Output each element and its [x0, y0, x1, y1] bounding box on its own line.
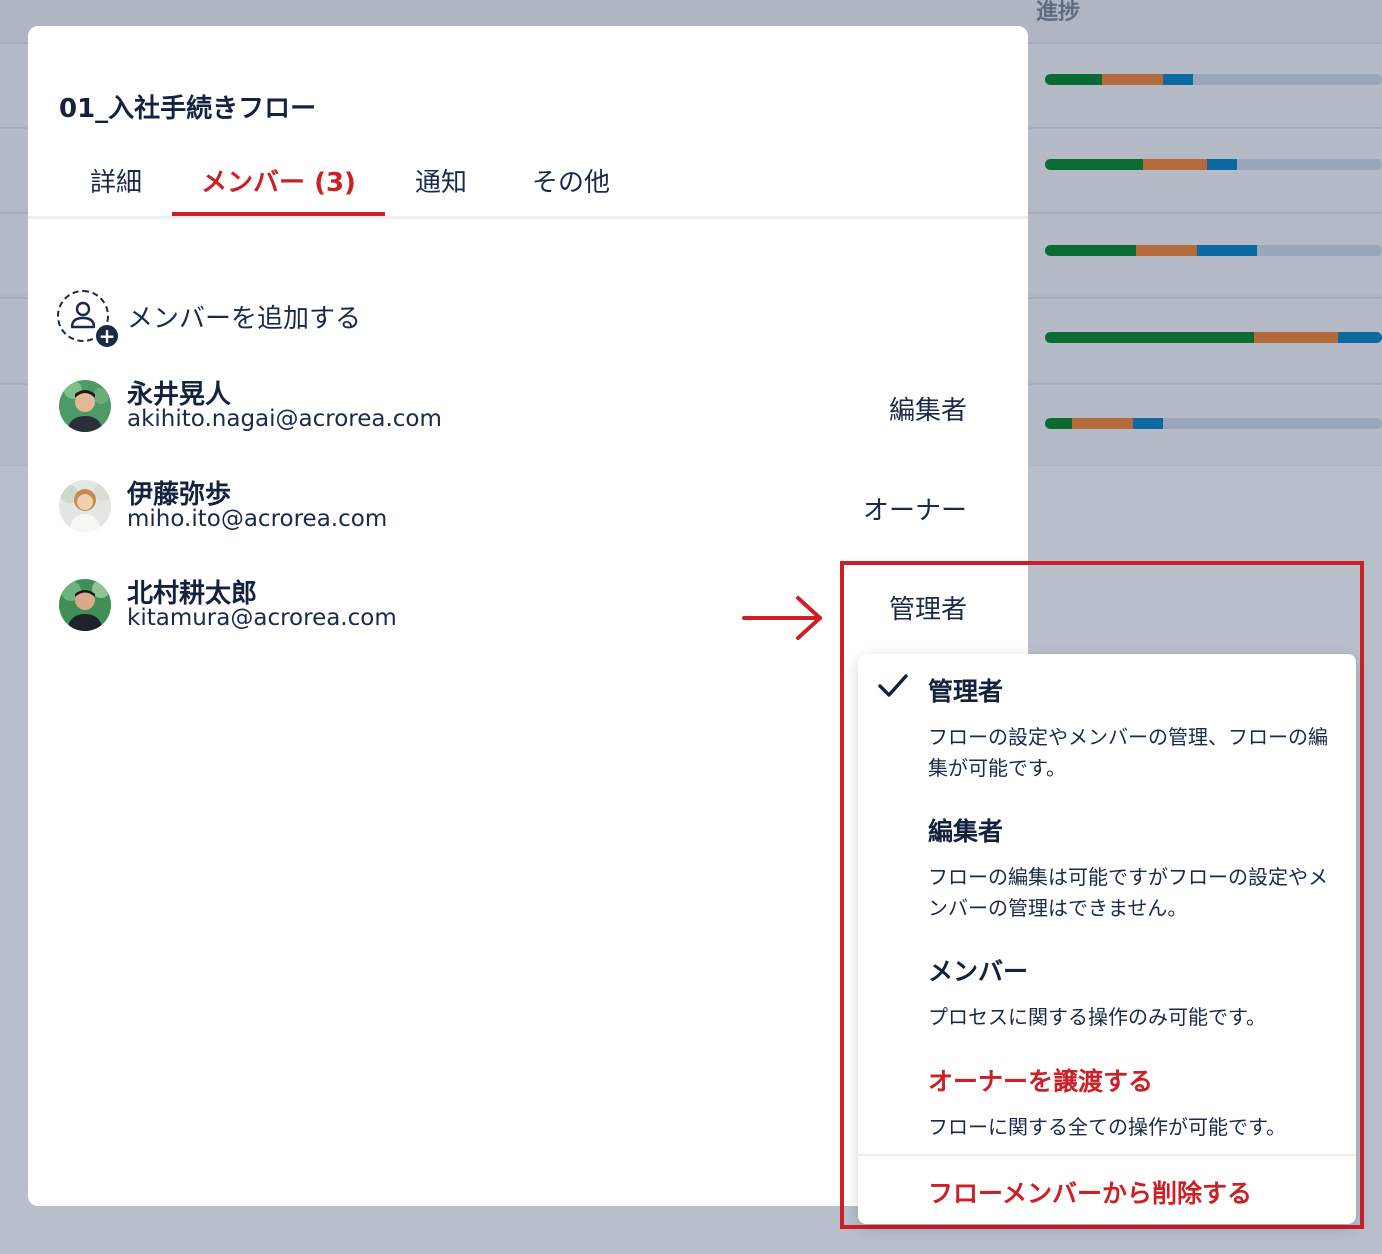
progress-segment-done	[1045, 159, 1143, 170]
member-role-select[interactable]: オーナー	[863, 490, 967, 527]
progress-segment-pending	[1206, 159, 1238, 170]
progress-segment-done	[1045, 245, 1136, 256]
progress-segment-inprogress	[1071, 418, 1133, 429]
remove-member-label: フローメンバーから削除する	[928, 1179, 1253, 1208]
role-option-desc: プロセスに関する操作のみ可能です。	[928, 1005, 1266, 1029]
role-option-desc: フローに関する全ての操作が可能です。	[928, 1115, 1286, 1139]
member-email: miho.ito@acrorea.com	[127, 506, 388, 532]
role-option-title: メンバー	[928, 957, 1029, 986]
progress-segment-done	[1045, 332, 1254, 343]
avatar	[59, 579, 111, 631]
member-email: kitamura@acrorea.com	[127, 605, 397, 631]
avatar	[59, 480, 111, 532]
role-option-admin[interactable]: 管理者 フローの設定やメンバーの管理、フローの編集が可能です。	[928, 672, 1328, 784]
tab-details[interactable]: 詳細	[71, 158, 161, 216]
member-row: 永井晃人 akihito.nagai@acrorea.com 編集者	[59, 378, 999, 440]
progress-segment-pending	[1162, 74, 1194, 85]
role-option-editor[interactable]: 編集者 フローの編集は可能ですがフローの設定やメンバーの管理はできません。	[928, 812, 1328, 924]
transfer-owner-option[interactable]: オーナーを譲渡する フローに関する全ての操作が可能です。	[928, 1062, 1328, 1143]
avatar	[59, 380, 111, 432]
role-option-desc: フローの編集は可能ですがフローの設定やメンバーの管理はできません。	[928, 865, 1328, 920]
member-role-select[interactable]: 編集者	[889, 390, 967, 427]
progress-segment-done	[1045, 74, 1103, 85]
member-email: akihito.nagai@acrorea.com	[127, 406, 442, 432]
progress-segment-pending	[1338, 332, 1382, 343]
progress-bar	[1045, 418, 1382, 429]
role-option-title: 管理者	[928, 677, 1004, 706]
progress-segment-done	[1045, 418, 1072, 429]
role-option-desc: フローの設定やメンバーの管理、フローの編集が可能です。	[928, 725, 1328, 780]
role-option-title: 編集者	[928, 817, 1004, 846]
role-dropdown-menu: 管理者 フローの設定やメンバーの管理、フローの編集が可能です。 編集者 フローの…	[858, 654, 1356, 1224]
tab-bar: 詳細 メンバー (3) 通知 その他	[28, 158, 1028, 219]
progress-segment-pending	[1196, 245, 1258, 256]
tab-notifications[interactable]: 通知	[396, 158, 486, 216]
progress-bar	[1045, 159, 1382, 170]
role-option-member[interactable]: メンバー プロセスに関する操作のみ可能です。	[928, 952, 1328, 1033]
add-member-label: メンバーを追加する	[127, 304, 362, 334]
progress-segment-inprogress	[1135, 245, 1197, 256]
progress-segment-pending	[1132, 418, 1163, 429]
plus-icon: +	[94, 323, 120, 349]
role-option-title: オーナーを譲渡する	[928, 1067, 1154, 1096]
tab-other[interactable]: その他	[512, 158, 630, 216]
dialog-title: 01_入社手続きフロー	[59, 94, 317, 124]
member-row: 伊藤弥歩 miho.ito@acrorea.com オーナー	[59, 478, 999, 540]
progress-bar	[1045, 245, 1382, 256]
check-icon	[878, 674, 908, 697]
progress-segment-inprogress	[1253, 332, 1339, 343]
menu-divider	[858, 1154, 1356, 1156]
add-member-button[interactable]: + メンバーを追加する	[57, 290, 657, 349]
annotation-arrow-icon	[742, 596, 822, 640]
progress-column-header: 進捗	[1036, 0, 1081, 25]
remove-member-button[interactable]: フローメンバーから削除する	[928, 1174, 1328, 1210]
progress-bar	[1045, 332, 1382, 343]
progress-segment-inprogress	[1142, 159, 1207, 170]
tab-members[interactable]: メンバー (3)	[172, 158, 385, 216]
progress-bar	[1045, 74, 1382, 85]
progress-segment-inprogress	[1102, 74, 1163, 85]
